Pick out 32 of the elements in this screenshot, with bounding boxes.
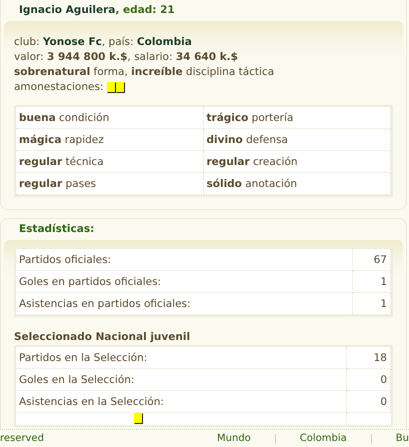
stat-label: Goles en la Selección: xyxy=(16,369,347,391)
player-name: Ignacio Aguilera xyxy=(19,4,116,16)
subsection-title: Seleccionado Nacional juvenil xyxy=(14,330,192,344)
skill-cell: mágica rapidez xyxy=(16,129,204,151)
stat-label: Asistencias en partidos oficiales: xyxy=(16,293,353,315)
info-line: sobrenatural forma, increíble disciplina táctica xyxy=(14,65,276,80)
skill-cell: regular pases xyxy=(16,173,204,195)
stat-label: Partidos oficiales: xyxy=(16,249,353,271)
skill-cell: trágico portería xyxy=(204,107,391,129)
stat-value: 18 xyxy=(347,347,391,369)
footer-link[interactable]: Colombia xyxy=(300,433,347,444)
footer-text: reserved xyxy=(0,433,44,444)
skill-cell: divino defensa xyxy=(204,129,391,151)
skill-cell: sólido anotación xyxy=(204,173,391,195)
stat-label: Asistencias en la Selección: xyxy=(16,391,347,413)
stat-value: 0 xyxy=(347,391,391,413)
cautions-label: amonestaciones: xyxy=(14,80,104,95)
skill-cell: regular creación xyxy=(204,151,391,173)
stat-label: Goles en partidos oficiales: xyxy=(16,271,353,293)
stat-value: 1 xyxy=(353,293,391,315)
stat-value: 67 xyxy=(353,249,391,271)
stat-label: Partidos en la Selección: xyxy=(16,347,347,369)
skill-cell: regular técnica xyxy=(16,151,204,173)
stat-value: 0 xyxy=(347,369,391,391)
section-title: Estadísticas: xyxy=(19,223,94,235)
info-line: valor: 3 944 800 k.$, salario: 34 640 k.$ xyxy=(14,50,239,65)
footer-link[interactable]: Mundo xyxy=(217,433,251,444)
info-line: club: Yonose Fc, país: Colombia xyxy=(14,35,193,50)
stat-value: 1 xyxy=(353,271,391,293)
player-age: , edad: 21 xyxy=(115,4,175,16)
footer-link[interactable]: Bu xyxy=(396,433,409,444)
skill-cell: buena condición xyxy=(16,107,204,129)
